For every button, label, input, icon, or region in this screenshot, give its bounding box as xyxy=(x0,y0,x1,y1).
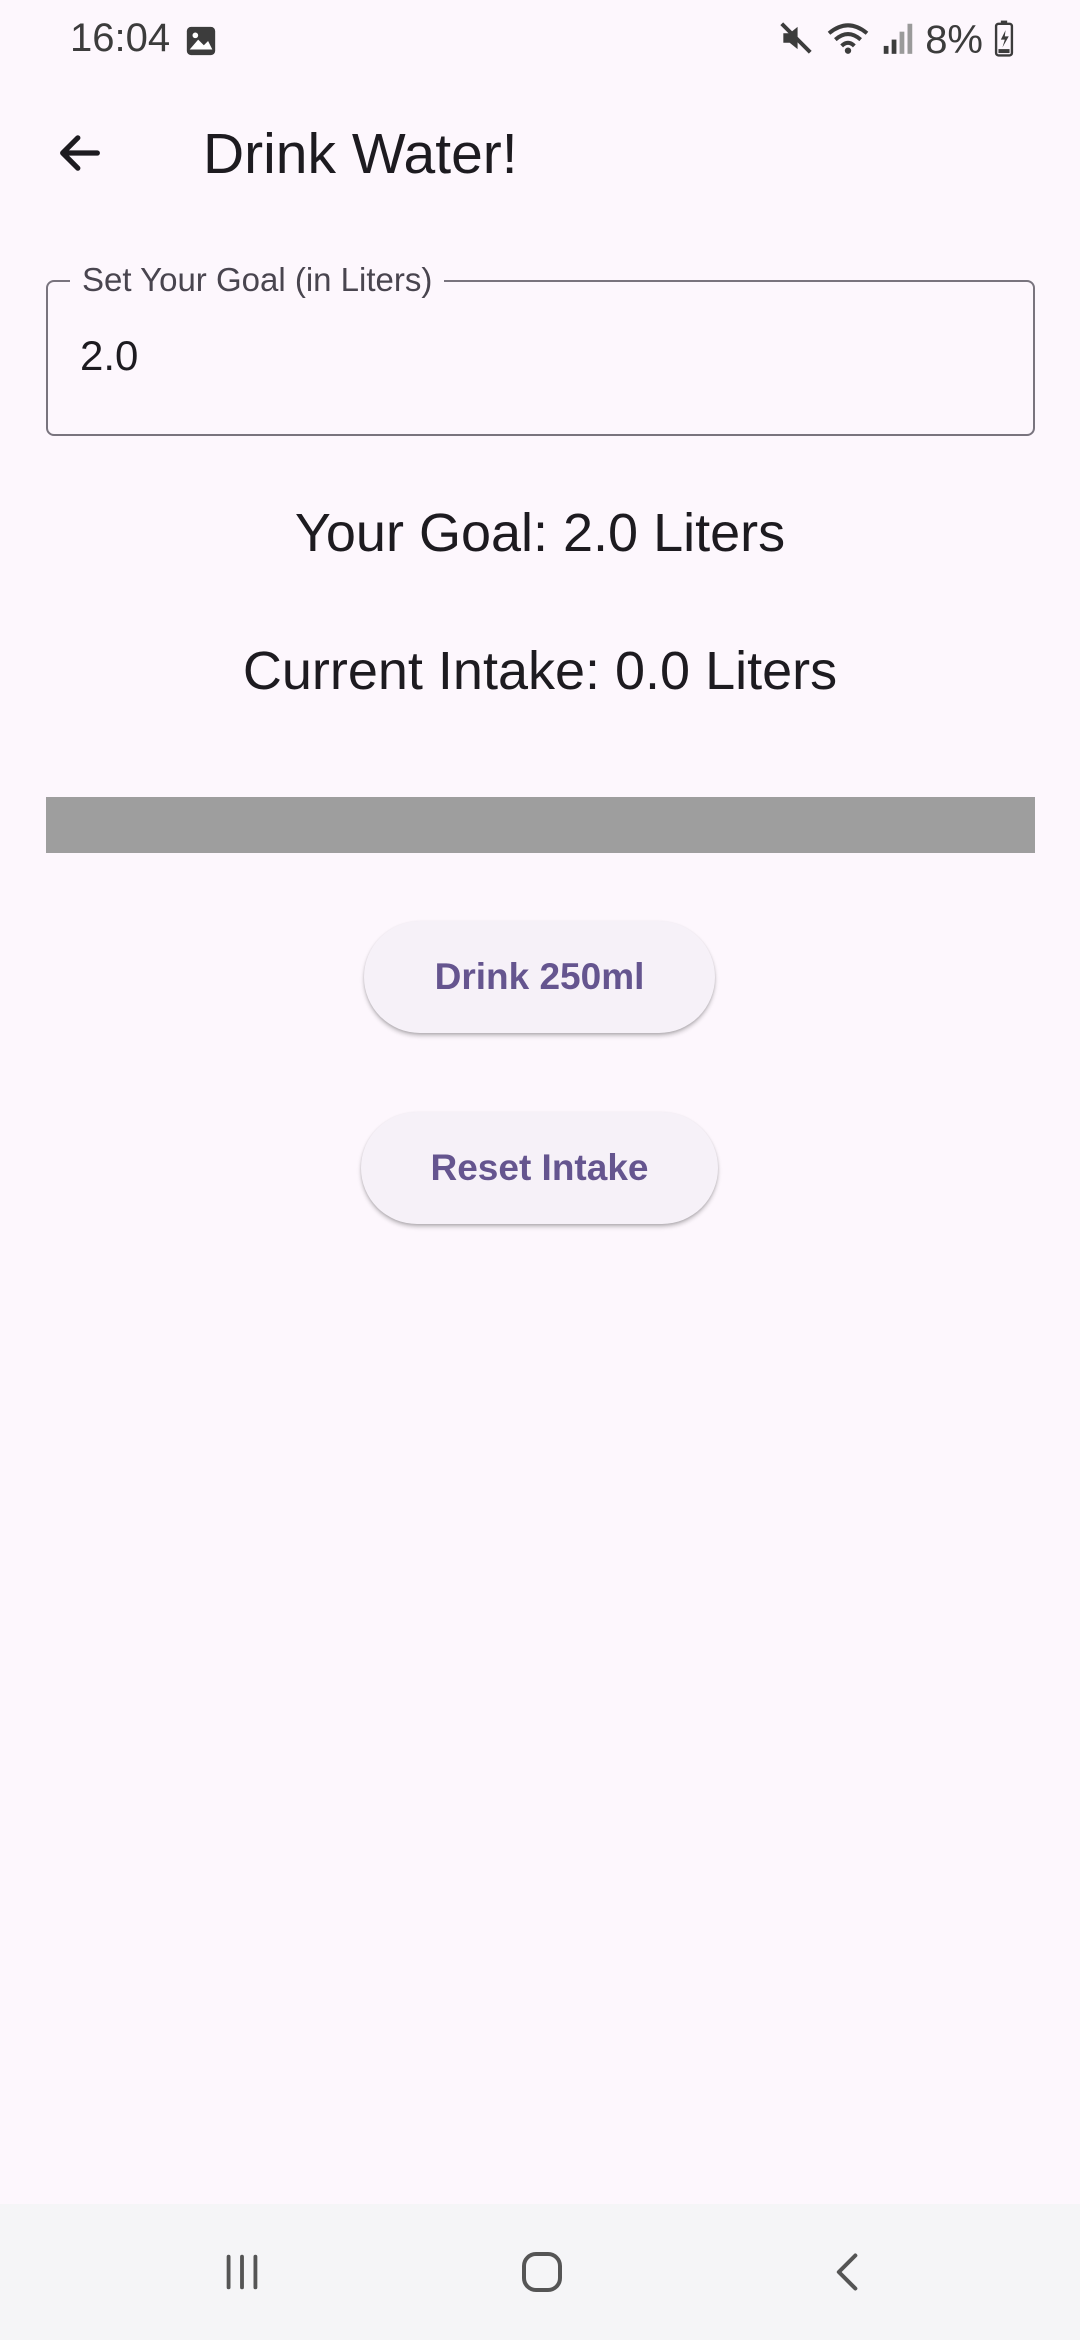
mute-icon xyxy=(777,19,815,62)
signal-icon xyxy=(881,19,915,62)
recent-apps-button[interactable] xyxy=(202,2244,282,2304)
back-button[interactable] xyxy=(40,115,120,195)
arrow-back-icon xyxy=(54,127,106,184)
battery-percent: 8% xyxy=(925,17,983,62)
status-time: 16:04 xyxy=(70,16,171,60)
recent-apps-icon xyxy=(219,2249,265,2300)
page-title: Drink Water! xyxy=(203,122,518,186)
intake-summary-text: Current Intake: 0.0 Liters xyxy=(242,641,838,701)
goal-field-label: Set Your Goal (in Liters) xyxy=(70,260,445,300)
app-bar: Drink Water! xyxy=(0,95,1080,215)
goal-input-field[interactable]: Set Your Goal (in Liters) 2.0 xyxy=(46,260,1035,436)
back-icon xyxy=(826,2248,870,2301)
system-nav-bar xyxy=(0,2204,1080,2340)
drink-250ml-button[interactable]: Drink 250ml xyxy=(364,921,715,1033)
nav-back-button[interactable] xyxy=(808,2244,888,2304)
battery-icon xyxy=(993,19,1015,62)
gallery-icon xyxy=(184,24,218,58)
reset-intake-button[interactable]: Reset Intake xyxy=(361,1112,718,1224)
goal-summary-text: Your Goal: 2.0 Liters xyxy=(294,503,786,563)
intake-progress-bar xyxy=(46,797,1035,853)
status-bar: 16:04 8% xyxy=(0,0,1080,80)
status-icons: 8% xyxy=(777,18,1015,62)
home-icon xyxy=(518,2248,566,2301)
wifi-icon xyxy=(825,19,871,62)
goal-input[interactable]: 2.0 xyxy=(80,332,138,380)
home-button[interactable] xyxy=(502,2244,582,2304)
